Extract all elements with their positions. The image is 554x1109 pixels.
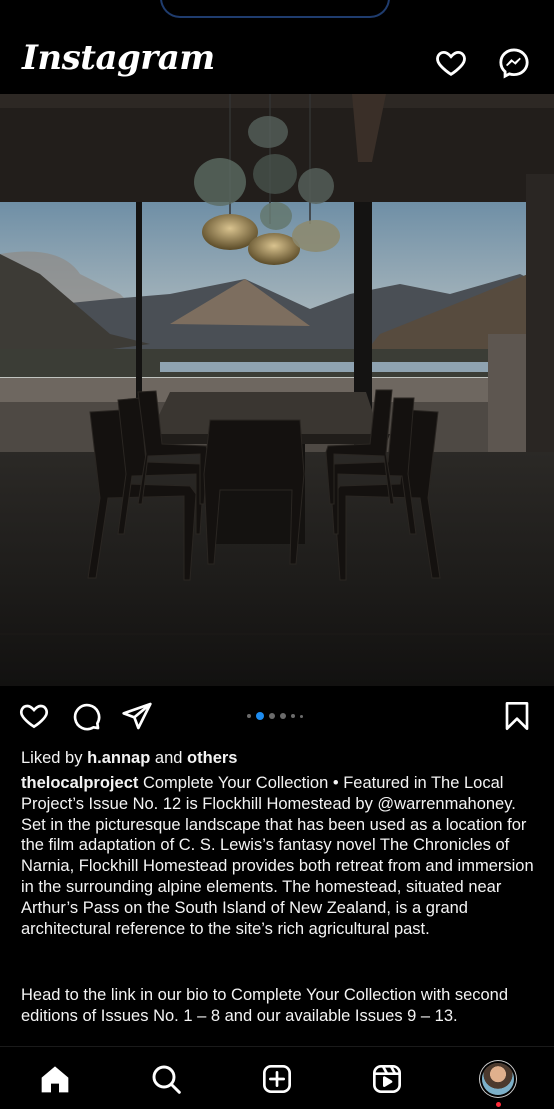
liked-by: Liked by h.annap and others	[21, 748, 536, 769]
caption-paragraph-2: Head to the link in our bio to Complete …	[21, 986, 509, 1025]
create-icon[interactable]	[261, 1063, 293, 1095]
comment-icon[interactable]	[70, 700, 102, 732]
profile-avatar[interactable]	[482, 1063, 514, 1095]
caption-text: Complete Your Collection • Featured in T…	[21, 774, 534, 938]
liked-user-link[interactable]: h.annap	[87, 749, 150, 767]
bottom-nav	[0, 1046, 554, 1109]
post-caption: thelocalproject Complete Your Collection…	[21, 773, 536, 939]
carousel-indicator	[247, 711, 303, 721]
bookmark-icon[interactable]	[501, 700, 533, 732]
liked-prefix: Liked by	[21, 749, 83, 767]
instagram-logo[interactable]: Instagram	[22, 38, 215, 78]
liked-others-link[interactable]: others	[187, 749, 237, 767]
reels-icon[interactable]	[371, 1063, 403, 1095]
messenger-icon[interactable]	[497, 46, 531, 80]
post-photo[interactable]	[0, 94, 554, 686]
post-actions	[0, 690, 554, 740]
liked-and: and	[154, 749, 183, 767]
author-username[interactable]: thelocalproject	[21, 774, 138, 792]
carousel-dot	[269, 713, 275, 719]
home-icon[interactable]	[39, 1063, 71, 1095]
carousel-dot	[291, 714, 295, 718]
dynamic-island	[160, 0, 390, 18]
top-bar: Instagram	[0, 22, 554, 94]
heart-icon[interactable]	[18, 700, 50, 732]
notification-dot	[496, 1102, 501, 1107]
search-icon[interactable]	[150, 1063, 182, 1095]
carousel-dot	[300, 714, 303, 718]
carousel-dot-active	[256, 712, 264, 720]
dining-room-image	[0, 94, 554, 686]
carousel-dot	[280, 713, 286, 719]
carousel-dot	[247, 714, 251, 718]
share-icon[interactable]	[121, 700, 153, 732]
heart-icon[interactable]	[434, 46, 468, 80]
